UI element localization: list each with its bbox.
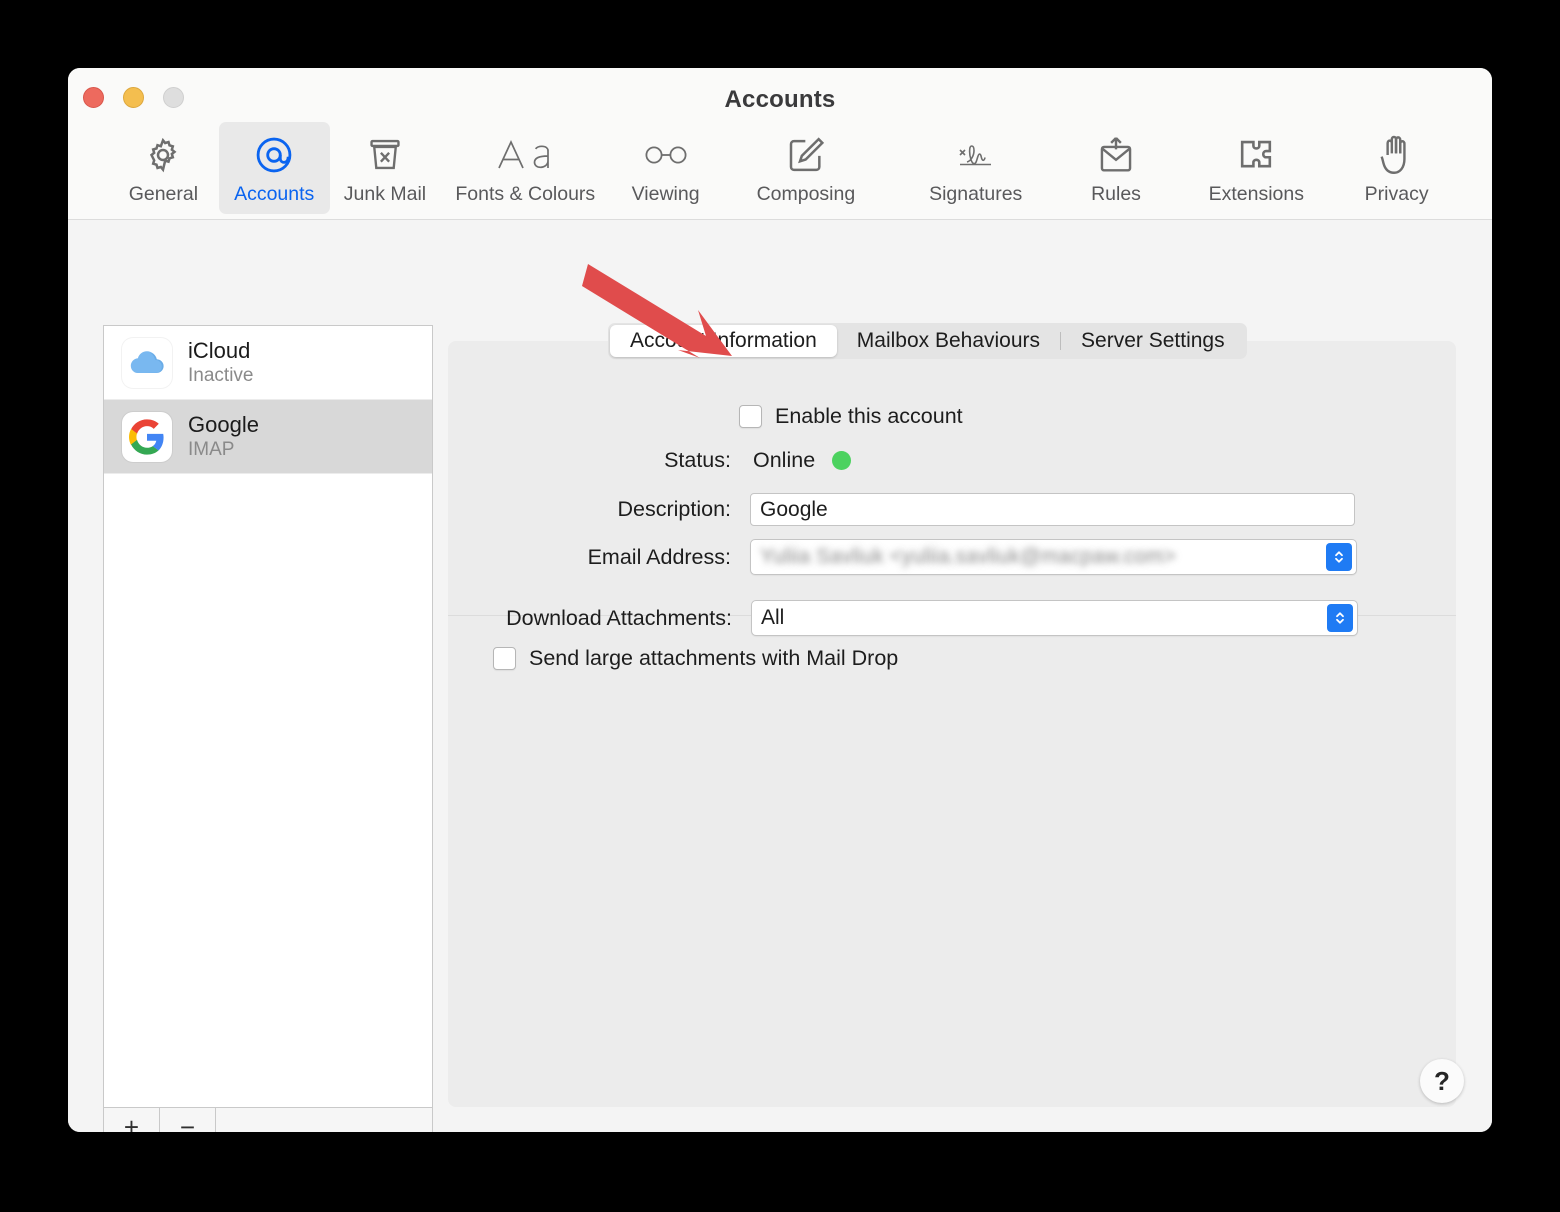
- remove-account-button[interactable]: −: [160, 1108, 216, 1132]
- mail-drop-row: Send large attachments with Mail Drop: [493, 646, 898, 671]
- enable-account-row: Enable this account: [739, 404, 963, 429]
- glasses-icon: [643, 132, 689, 178]
- toolbar-label-composing: Composing: [756, 183, 856, 205]
- toolbar-item-junk-mail[interactable]: Junk Mail: [330, 122, 441, 214]
- compose-pen-icon: [786, 132, 826, 178]
- account-detail-panel: [448, 341, 1456, 1107]
- account-type: IMAP: [188, 438, 235, 460]
- email-address-popup[interactable]: Yuliia Savliuk <yuliia.savliuk@macpaw.co…: [750, 539, 1357, 575]
- email-address-label: Email Address:: [587, 544, 731, 569]
- toolbar-filler: [216, 1108, 432, 1132]
- toolbar-item-accounts[interactable]: Accounts: [218, 122, 330, 214]
- aa-text-icon: [494, 132, 556, 178]
- email-address-row: Email Address: Yuliia Savliuk <yuliia.sa…: [566, 539, 1426, 575]
- tab-mailbox-behaviours[interactable]: Mailbox Behaviours: [837, 325, 1060, 357]
- toolbar-label-accounts: Accounts: [234, 183, 315, 205]
- preferences-body: iCloud Inactive Google IMAP + − Account …: [68, 221, 1492, 1132]
- toolbar-item-composing[interactable]: Composing: [721, 122, 891, 214]
- description-row: Description: Google: [598, 493, 1408, 526]
- accounts-list-toolbar: + −: [103, 1107, 433, 1132]
- account-type: Inactive: [188, 364, 254, 386]
- description-input[interactable]: Google: [750, 493, 1355, 526]
- toolbar-label-viewing: Viewing: [631, 183, 700, 205]
- toolbar-item-signatures[interactable]: Signatures: [891, 122, 1061, 214]
- detail-tab-bar: Account Information Mailbox Behaviours S…: [608, 323, 1247, 359]
- account-name: iCloud: [188, 338, 251, 364]
- status-label: Status:: [664, 448, 731, 472]
- preferences-toolbar: General Accounts Junk Mail Fonts & Colou…: [68, 122, 1492, 214]
- download-attachments-stepper-icon[interactable]: [1327, 604, 1353, 632]
- toolbar-item-general[interactable]: General: [108, 122, 219, 214]
- hand-icon: [1379, 132, 1415, 178]
- help-button[interactable]: ?: [1420, 1059, 1464, 1103]
- add-account-button[interactable]: +: [104, 1108, 160, 1132]
- puzzle-icon: [1235, 132, 1277, 178]
- junk-bin-icon: [366, 132, 404, 178]
- description-label: Description:: [617, 497, 731, 521]
- download-attachments-row: Download Attachments: All: [480, 600, 1430, 636]
- download-attachments-popup[interactable]: All: [751, 600, 1358, 636]
- icloud-icon: [122, 337, 172, 388]
- toolbar-item-viewing[interactable]: Viewing: [610, 122, 721, 214]
- toolbar-label-extensions: Extensions: [1208, 183, 1304, 205]
- toolbar-label-signatures: Signatures: [929, 183, 1023, 205]
- toolbar-item-rules[interactable]: Rules: [1061, 122, 1172, 214]
- status-value: Online: [753, 448, 816, 472]
- email-address-stepper-icon[interactable]: [1326, 543, 1352, 571]
- toolbar-label-general: General: [128, 183, 199, 205]
- account-row-icloud[interactable]: iCloud Inactive: [104, 326, 432, 400]
- account-text-google: Google IMAP: [188, 412, 259, 460]
- toolbar-label-junk-mail: Junk Mail: [343, 183, 427, 205]
- accounts-list: iCloud Inactive Google IMAP: [103, 325, 433, 1107]
- mail-drop-checkbox[interactable]: [493, 647, 516, 670]
- mail-drop-label: Send large attachments with Mail Drop: [529, 646, 899, 670]
- toolbar-item-privacy[interactable]: Privacy: [1341, 122, 1452, 214]
- enable-this-account-checkbox[interactable]: [739, 405, 762, 428]
- window-titlebar: Accounts General Accounts Junk Mail Font…: [68, 68, 1492, 220]
- gear-icon: [143, 132, 183, 178]
- account-row-google[interactable]: Google IMAP: [104, 400, 432, 474]
- download-attachments-label: Download Attachments:: [506, 605, 732, 630]
- toolbar-item-extensions[interactable]: Extensions: [1171, 122, 1341, 214]
- status-indicator-dot: [832, 451, 852, 470]
- toolbar-label-privacy: Privacy: [1364, 183, 1429, 205]
- rules-mail-icon: [1096, 132, 1136, 178]
- enable-this-account-label: Enable this account: [775, 404, 963, 428]
- account-name: Google: [188, 412, 259, 438]
- account-text-icloud: iCloud Inactive: [188, 338, 253, 386]
- download-attachments-value: All: [761, 606, 785, 629]
- accounts-preferences-window: Accounts General Accounts Junk Mail Font…: [68, 68, 1492, 1132]
- tab-account-information[interactable]: Account Information: [610, 325, 837, 357]
- toolbar-item-fonts-colours[interactable]: Fonts & Colours: [440, 122, 610, 214]
- window-title: Accounts: [724, 86, 836, 113]
- email-address-value: Yuliia Savliuk <yuliia.savliuk@macpaw.co…: [760, 545, 1176, 568]
- toolbar-label-rules: Rules: [1091, 183, 1141, 205]
- google-g-icon: [122, 411, 172, 462]
- tab-server-settings[interactable]: Server Settings: [1061, 325, 1245, 357]
- toolbar-label-fonts-colours: Fonts & Colours: [455, 183, 596, 205]
- signature-icon: [953, 132, 999, 178]
- status-row: Status: Online: [646, 448, 946, 473]
- at-sign-icon: [253, 132, 295, 178]
